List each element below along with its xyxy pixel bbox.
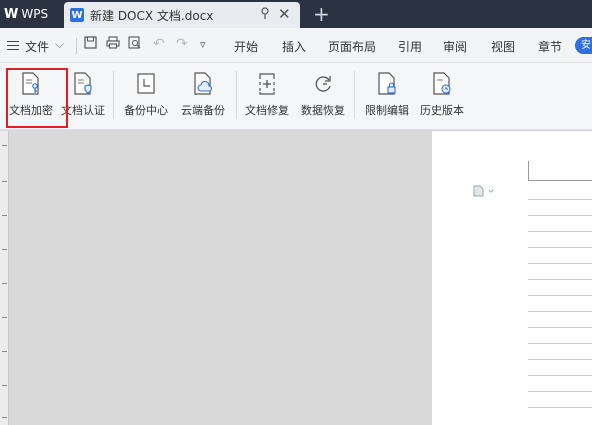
print-preview-icon[interactable] <box>128 36 141 53</box>
doc-verify-icon <box>74 72 92 95</box>
backup-icon <box>137 73 155 94</box>
text-line <box>528 279 592 280</box>
margin-corner-mark <box>528 161 529 181</box>
ruler-tick <box>2 145 7 146</box>
data-recovery-label: 数据恢复 <box>301 104 345 117</box>
file-menu[interactable]: 文件 <box>25 38 49 55</box>
doc-repair-icon <box>258 73 276 95</box>
security-tab-badge[interactable]: 安 <box>575 37 592 54</box>
highlight-box <box>6 68 68 128</box>
text-line <box>528 247 592 248</box>
security-ribbon: 文档加密 文档认证 备份中心 云端备份 文档修复 数据恢复 限制编辑 历史版本 <box>0 63 592 130</box>
text-line <box>528 343 592 344</box>
ruler-tick <box>2 283 7 284</box>
restrict-edit-icon <box>378 72 396 95</box>
close-tab-icon[interactable]: ✕ <box>278 5 291 23</box>
menu-bar: 文件 ⌵ ↶ ↷ ▿ 开始 插入 页面布局 引用 审阅 视图 章节 安 <box>0 28 592 63</box>
ruler-tick <box>2 417 7 418</box>
document-tab-title: 新建 DOCX 文档.docx <box>90 8 214 23</box>
restrict-edit-button[interactable]: 限制编辑 <box>362 63 412 129</box>
ribbon-separator <box>113 71 114 119</box>
backup-center-label: 备份中心 <box>124 104 168 117</box>
data-recovery-icon <box>315 76 331 92</box>
redo-icon[interactable]: ↷ <box>176 36 188 52</box>
tab-review[interactable]: 审阅 <box>443 38 467 55</box>
title-bar: W WPS W 新建 DOCX 文档.docx ✕ + <box>0 0 592 28</box>
history-icon <box>433 72 451 95</box>
hamburger-menu-icon[interactable] <box>7 41 19 50</box>
ruler-tick <box>2 181 7 182</box>
print-icon[interactable] <box>106 36 120 53</box>
text-line <box>528 391 592 392</box>
history-version-label: 历史版本 <box>420 104 464 117</box>
tab-chapter[interactable]: 章节 <box>538 38 562 55</box>
ruler-tick <box>2 351 7 352</box>
doc-repair-button[interactable]: 文档修复 <box>242 63 292 129</box>
undo-icon[interactable]: ↶ <box>153 36 165 52</box>
ruler-tick <box>2 215 7 216</box>
tab-insert[interactable]: 插入 <box>282 38 306 55</box>
new-tab-button[interactable]: + <box>313 2 330 26</box>
vertical-ruler[interactable] <box>0 131 9 425</box>
text-line <box>528 231 592 232</box>
save-icon[interactable] <box>84 36 97 53</box>
tab-start[interactable]: 开始 <box>234 38 258 55</box>
tab-view[interactable]: 视图 <box>491 38 515 55</box>
text-line <box>528 263 592 264</box>
data-recovery-button[interactable]: 数据恢复 <box>298 63 348 129</box>
quick-access-dropdown-icon[interactable]: ▿ <box>200 38 206 51</box>
ruler-tick <box>2 249 7 250</box>
document-page[interactable] <box>432 131 592 425</box>
pin-icon[interactable] <box>260 7 270 22</box>
text-line <box>528 295 592 296</box>
text-line <box>528 359 592 360</box>
tab-page-layout[interactable]: 页面布局 <box>328 38 376 55</box>
doc-repair-label: 文档修复 <box>245 104 289 117</box>
docx-file-icon: W <box>70 8 84 22</box>
wps-label: WPS <box>21 7 49 21</box>
page-options-icon[interactable] <box>472 182 498 201</box>
text-line <box>528 215 592 216</box>
wps-logo-icon: W <box>4 6 19 22</box>
document-tab[interactable]: W 新建 DOCX 文档.docx ✕ <box>64 2 300 28</box>
ribbon-separator <box>354 71 355 119</box>
ribbon-separator <box>236 71 237 119</box>
tab-references[interactable]: 引用 <box>398 38 422 55</box>
text-line <box>528 327 592 328</box>
cloud-backup-button[interactable]: 云端备份 <box>178 63 228 129</box>
chevron-down-icon[interactable]: ⌵ <box>55 37 64 52</box>
history-version-button[interactable]: 历史版本 <box>417 63 467 129</box>
text-line <box>528 407 592 408</box>
restrict-edit-label: 限制编辑 <box>365 104 409 117</box>
ruler-tick <box>2 317 7 318</box>
text-line <box>528 375 592 376</box>
cloud-backup-icon <box>194 72 213 95</box>
backup-center-button[interactable]: 备份中心 <box>121 63 171 129</box>
text-line <box>528 199 592 200</box>
cloud-backup-label: 云端备份 <box>181 104 225 117</box>
margin-corner-mark <box>528 180 592 181</box>
wps-home-tab[interactable]: W WPS <box>0 0 62 28</box>
menu-separator <box>76 38 77 54</box>
ruler-tick <box>2 385 7 386</box>
text-line <box>528 311 592 312</box>
